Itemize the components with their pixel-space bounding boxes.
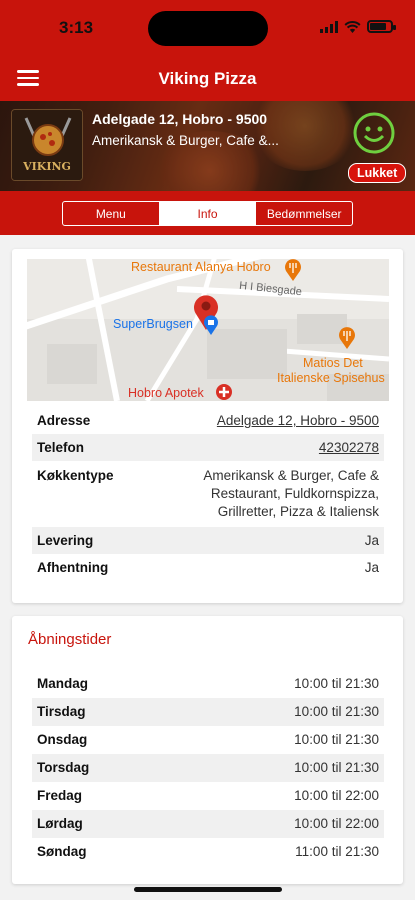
time-value: 10:00 til 22:00 bbox=[294, 816, 379, 831]
time-value: 10:00 til 22:00 bbox=[294, 788, 379, 803]
map-label-superbrugsen: SuperBrugsen bbox=[113, 317, 193, 331]
map-label-matios-2: Italienske Spisehus bbox=[277, 371, 385, 385]
cuisine-line: Amerikansk & Burger, Cafe & bbox=[203, 468, 379, 483]
info-label: Køkkentype bbox=[37, 468, 114, 483]
cuisine-line: Grillretter, Pizza & Italiensk bbox=[217, 504, 379, 519]
map-label-apotek: Hobro Apotek bbox=[128, 386, 204, 400]
info-row-cuisine: Køkkentype Amerikansk & Burger, Cafe & R… bbox=[32, 461, 384, 527]
day-label: Torsdag bbox=[37, 760, 90, 775]
map-label-matios: Matios Det bbox=[303, 356, 363, 370]
day-label: Tirsdag bbox=[37, 704, 86, 719]
restaurant-pin-icon bbox=[285, 259, 301, 281]
restaurant-address: Adelgade 12, Hobro - 9500 bbox=[92, 111, 268, 127]
opening-hours-list: Mandag 10:00 til 21:30 Tirsdag 10:00 til… bbox=[32, 670, 384, 866]
time-value: 10:00 til 21:30 bbox=[294, 676, 379, 691]
day-label: Søndag bbox=[37, 844, 87, 859]
cuisine-line: Restaurant, Fuldkornspizza, bbox=[210, 486, 379, 501]
tab-info[interactable]: Info bbox=[158, 202, 256, 225]
delivery-value: Ja bbox=[364, 533, 379, 548]
info-card: Restaurant Alanya Hobro H I Biesgade Sup… bbox=[12, 249, 403, 603]
dynamic-island bbox=[148, 11, 268, 46]
restaurant-pin-icon-2 bbox=[339, 327, 355, 349]
signal-icon bbox=[320, 20, 338, 33]
app-header: 3:13 Viking Pizza bbox=[0, 0, 415, 101]
info-label: Adresse bbox=[37, 413, 91, 428]
hours-row: Søndag 11:00 til 21:30 bbox=[32, 838, 384, 866]
restaurant-banner: VIKING Adelgade 12, Hobro - 9500 Amerika… bbox=[0, 101, 415, 191]
opening-hours-card: Åbningstider Mandag 10:00 til 21:30 Tirs… bbox=[12, 616, 403, 884]
segmented-control: Menu Info Bedømmelser bbox=[62, 201, 353, 226]
tab-menu[interactable]: Menu bbox=[63, 202, 159, 225]
pharmacy-pin-icon bbox=[216, 384, 232, 400]
status-badge: Lukket bbox=[348, 163, 407, 183]
info-row-address: Adresse Adelgade 12, Hobro - 9500 bbox=[32, 407, 384, 434]
time-value: 10:00 til 21:30 bbox=[294, 760, 379, 775]
time-value: 10:00 til 21:30 bbox=[294, 732, 379, 747]
info-label: Afhentning bbox=[37, 560, 109, 575]
cuisine-value: Amerikansk & Burger, Cafe & Restaurant, … bbox=[203, 467, 379, 521]
address-link[interactable]: Adelgade 12, Hobro - 9500 bbox=[217, 413, 379, 428]
opening-hours-title: Åbningstider bbox=[28, 631, 112, 648]
day-label: Onsdag bbox=[37, 732, 88, 747]
wifi-icon bbox=[344, 20, 361, 33]
time-value: 11:00 til 21:30 bbox=[295, 844, 379, 859]
time-value: 10:00 til 21:30 bbox=[294, 704, 379, 719]
day-label: Mandag bbox=[37, 676, 89, 691]
restaurant-logo: VIKING bbox=[11, 109, 83, 181]
info-row-delivery: Levering Ja bbox=[32, 527, 384, 554]
day-label: Fredag bbox=[37, 788, 83, 803]
status-icons bbox=[320, 20, 396, 33]
tab-reviews[interactable]: Bedømmelser bbox=[255, 202, 352, 225]
home-indicator[interactable] bbox=[134, 887, 282, 892]
info-label: Levering bbox=[37, 533, 94, 548]
shop-pin-icon bbox=[204, 315, 218, 335]
hours-row: Lørdag 10:00 til 22:00 bbox=[32, 810, 384, 838]
pickup-value: Ja bbox=[364, 560, 379, 575]
page-title: Viking Pizza bbox=[158, 69, 257, 88]
battery-icon bbox=[367, 20, 396, 33]
day-label: Lørdag bbox=[37, 816, 83, 831]
hours-row: Onsdag 10:00 til 21:30 bbox=[32, 726, 384, 754]
elite-smiley-icon bbox=[353, 112, 395, 154]
map-view[interactable]: Restaurant Alanya Hobro H I Biesgade Sup… bbox=[27, 259, 389, 401]
info-row-pickup: Afhentning Ja bbox=[32, 554, 384, 581]
logo-text: VIKING bbox=[23, 160, 71, 173]
phone-link[interactable]: 42302278 bbox=[319, 440, 379, 455]
map-label-restaurant-alanya: Restaurant Alanya Hobro bbox=[131, 260, 271, 274]
hours-row: Torsdag 10:00 til 21:30 bbox=[32, 754, 384, 782]
restaurant-cuisine: Amerikansk & Burger, Cafe &... bbox=[92, 133, 279, 148]
hours-row: Tirsdag 10:00 til 21:30 bbox=[32, 698, 384, 726]
info-row-phone: Telefon 42302278 bbox=[32, 434, 384, 461]
info-table: Adresse Adelgade 12, Hobro - 9500 Telefo… bbox=[32, 407, 384, 581]
hours-row: Mandag 10:00 til 21:30 bbox=[32, 670, 384, 698]
status-time: 3:13 bbox=[59, 18, 94, 37]
tab-bar: Menu Info Bedømmelser bbox=[0, 191, 415, 235]
battery-level bbox=[370, 23, 386, 30]
info-label: Telefon bbox=[37, 440, 84, 455]
hours-row: Fredag 10:00 til 22:00 bbox=[32, 782, 384, 810]
